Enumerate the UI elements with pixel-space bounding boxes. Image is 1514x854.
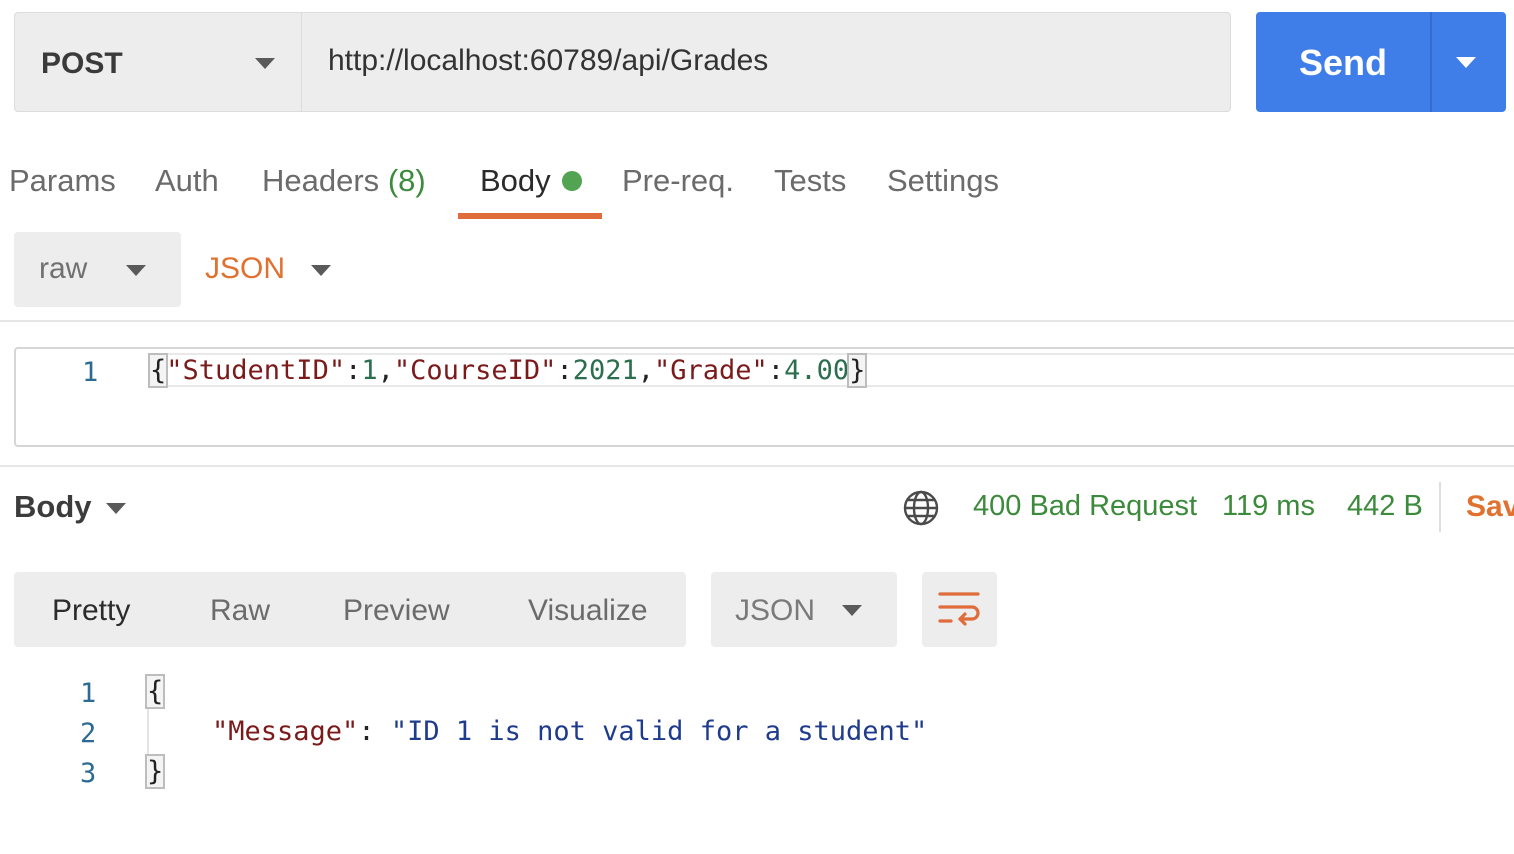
url-text: http://localhost:60789/api/Grades bbox=[328, 44, 769, 77]
line-number: 1 bbox=[80, 678, 97, 709]
json-key: "Message" bbox=[212, 716, 359, 747]
method-label: POST bbox=[41, 47, 123, 80]
body-language-label: JSON bbox=[205, 252, 286, 285]
tab-headers-count: (8) bbox=[387, 163, 426, 198]
chevron-down-icon bbox=[255, 58, 275, 69]
wrap-lines-button[interactable] bbox=[922, 572, 997, 647]
method-select[interactable]: POST bbox=[14, 12, 302, 112]
tab-raw[interactable]: Raw bbox=[210, 594, 270, 628]
save-response-button[interactable]: Sav bbox=[1466, 490, 1514, 524]
json-key: "Grade" bbox=[654, 355, 768, 386]
active-tab-underline bbox=[458, 213, 602, 219]
response-json-line: "Message": "ID 1 is not valid for a stud… bbox=[212, 716, 928, 747]
tab-headers-label: Headers bbox=[262, 163, 380, 198]
tab-tests[interactable]: Tests bbox=[774, 163, 846, 199]
json-number: 1 bbox=[361, 355, 378, 386]
response-size[interactable]: 442 B bbox=[1347, 490, 1423, 523]
chevron-down-icon bbox=[126, 265, 146, 276]
close-brace: } bbox=[144, 754, 166, 789]
json-key: "StudentID" bbox=[166, 355, 346, 386]
chevron-down-icon bbox=[842, 605, 862, 616]
globe-icon[interactable] bbox=[902, 489, 940, 532]
open-brace: { bbox=[144, 674, 166, 709]
response-section-select[interactable]: Body bbox=[14, 484, 134, 534]
divider bbox=[0, 465, 1514, 467]
response-section-label: Body bbox=[14, 489, 92, 524]
tab-pretty[interactable]: Pretty bbox=[52, 594, 130, 628]
json-string: "ID 1 is not valid for a student" bbox=[390, 716, 928, 747]
json-number: 2021 bbox=[572, 355, 638, 386]
send-button[interactable]: Send bbox=[1256, 42, 1430, 84]
body-modified-dot-icon bbox=[562, 171, 582, 191]
wrap-lines-icon bbox=[938, 588, 982, 637]
tab-body[interactable]: Body bbox=[480, 163, 551, 199]
divider bbox=[0, 320, 1514, 322]
tab-params[interactable]: Params bbox=[9, 163, 116, 199]
status-code[interactable]: 400 Bad Request bbox=[973, 490, 1197, 523]
divider bbox=[1439, 482, 1441, 532]
indent-guide bbox=[147, 708, 149, 758]
line-number: 3 bbox=[80, 758, 97, 789]
json-number: 4.00 bbox=[784, 355, 850, 386]
body-language-select[interactable]: JSON bbox=[195, 232, 345, 307]
send-button-group: Send bbox=[1256, 12, 1506, 112]
open-brace: { bbox=[147, 353, 169, 388]
chevron-down-icon bbox=[106, 503, 126, 514]
send-options-chevron-icon[interactable] bbox=[1456, 57, 1476, 68]
tab-preview[interactable]: Preview bbox=[343, 594, 450, 628]
line-number: 2 bbox=[80, 718, 97, 749]
tab-auth[interactable]: Auth bbox=[155, 163, 219, 199]
url-input[interactable]: http://localhost:60789/api/Grades bbox=[301, 12, 1231, 112]
response-format-label: JSON bbox=[735, 594, 816, 627]
chevron-down-icon bbox=[311, 265, 331, 276]
response-body-viewer[interactable]: 1 2 3 { "Message": "ID 1 is not valid fo… bbox=[0, 664, 1514, 814]
tab-visualize[interactable]: Visualize bbox=[528, 594, 648, 628]
tab-settings[interactable]: Settings bbox=[887, 163, 999, 199]
body-mode-select[interactable]: raw bbox=[14, 232, 181, 307]
response-format-select[interactable]: JSON bbox=[711, 572, 897, 647]
tab-headers[interactable]: Headers (8) bbox=[262, 163, 426, 199]
request-body-editor[interactable]: 1 {"StudentID":1,"CourseID":2021,"Grade"… bbox=[14, 347, 1514, 447]
close-brace: } bbox=[847, 353, 868, 388]
request-json-line: {"StudentID":1,"CourseID":2021,"Grade":4… bbox=[147, 353, 868, 388]
line-number: 1 bbox=[82, 357, 99, 388]
response-view-tabs: Pretty Raw Preview Visualize bbox=[14, 572, 686, 647]
tab-pre-request[interactable]: Pre-req. bbox=[622, 163, 734, 199]
body-mode-label: raw bbox=[39, 252, 88, 285]
json-key: "CourseID" bbox=[393, 355, 557, 386]
send-divider bbox=[1430, 12, 1432, 112]
response-time[interactable]: 119 ms bbox=[1222, 490, 1315, 523]
